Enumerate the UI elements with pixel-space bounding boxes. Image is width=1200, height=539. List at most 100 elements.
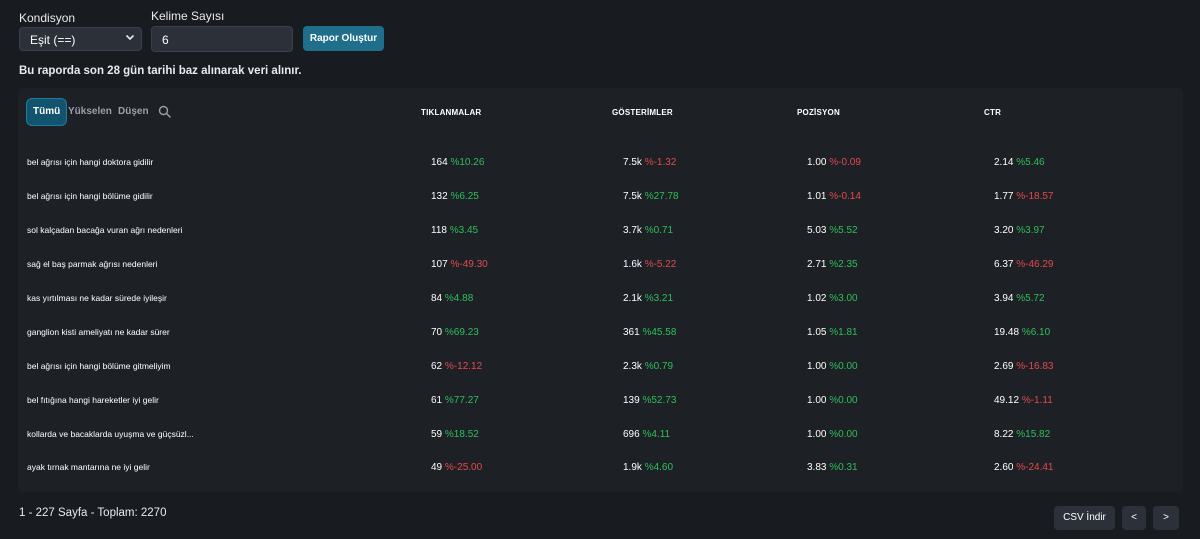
clicks-value: 132	[431, 191, 448, 202]
ctr-value: 8.22	[994, 429, 1014, 440]
table-row[interactable]: ganglion kisti ameliyatı ne kadar sürer 7…	[0, 327, 1200, 341]
clicks-change: %10.26	[450, 157, 485, 168]
table-row[interactable]: kas yırtılması ne kadar sürede iyileşir 8…	[0, 293, 1200, 307]
clicks-change: %-12.12	[444, 361, 483, 372]
ctr-change: %5.46	[1016, 157, 1045, 168]
column-header-clicks[interactable]: TIKLANMALAR	[421, 108, 481, 117]
next-page-button[interactable]: >	[1153, 506, 1179, 530]
table-row[interactable]: kollarda ve bacaklarda uyuşma ve güçsüzl…	[0, 429, 1200, 443]
keyword-cell: kollarda ve bacaklarda uyuşma ve güçsüzl…	[27, 429, 194, 439]
impressions-cell: 2.3k %0.79	[623, 361, 673, 372]
ctr-value: 19.48	[994, 327, 1020, 338]
ctr-cell: 49.12 %-1.11	[994, 395, 1053, 406]
keyword-cell: ayak tırnak mantarına ne iyi gelir	[27, 462, 150, 472]
table-row[interactable]: ayak tırnak mantarına ne iyi gelir 49 %-2…	[0, 462, 1200, 476]
prev-page-button[interactable]: <	[1122, 506, 1146, 530]
ctr-cell: 2.60 %-24.41	[994, 462, 1054, 473]
tab-all[interactable]: Tümü	[27, 99, 67, 125]
clicks-change: %6.25	[450, 191, 479, 202]
impressions-cell: 1.9k %4.60	[623, 462, 673, 473]
tab-rising[interactable]: Yükselen	[68, 99, 112, 125]
ctr-change: %-24.41	[1016, 462, 1054, 473]
table-row[interactable]: bel ağrısı için hangi bölüme gidilir 132 …	[0, 191, 1200, 205]
tab-falling[interactable]: Düşen	[118, 99, 149, 125]
keyword-cell: bel ağrısı için hangi doktora gidilir	[27, 157, 154, 167]
ctr-cell: 3.94 %5.72	[994, 293, 1045, 304]
clicks-cell: 164 %10.26	[431, 157, 484, 168]
impressions-change: %4.11	[642, 429, 671, 440]
position-value: 1.00	[807, 395, 827, 406]
position-cell: 1.00 %-0.09	[807, 157, 861, 168]
clicks-change: %18.52	[444, 429, 479, 440]
position-value: 5.03	[807, 225, 827, 236]
clicks-cell: 84 %4.88	[431, 293, 473, 304]
condition-select[interactable]: Eşit (==)	[19, 27, 142, 51]
table-row[interactable]: bel ağrısı için hangi bölüme gitmeliyim 6…	[0, 361, 1200, 375]
impressions-change: %27.78	[644, 191, 679, 202]
ctr-cell: 1.77 %-18.57	[994, 191, 1054, 202]
position-change: %1.81	[829, 327, 858, 338]
impressions-change: %0.79	[644, 361, 674, 372]
impressions-change: %-5.22	[644, 259, 677, 270]
pagination-text: 1 - 227 Sayfa - Toplam: 2270	[19, 507, 167, 519]
ctr-cell: 2.69 %-16.83	[994, 361, 1054, 372]
position-value: 1.00	[807, 361, 827, 372]
position-change: %-0.14	[829, 191, 861, 202]
table-row[interactable]: sağ el baş parmak ağrısı nedenleri 107 %-…	[0, 259, 1200, 273]
impressions-cell: 696 %4.11	[623, 429, 670, 440]
impressions-value: 7.5k	[623, 157, 642, 168]
ctr-change: %-46.29	[1016, 259, 1054, 270]
search-icon[interactable]	[158, 105, 172, 119]
position-cell: 1.02 %3.00	[807, 293, 858, 304]
column-header-impressions[interactable]: GÖSTERİMLER	[612, 108, 673, 117]
position-cell: 5.03 %5.52	[807, 225, 858, 236]
position-change: %0.00	[829, 361, 858, 372]
clicks-change: %77.27	[444, 395, 479, 406]
impressions-value: 1.6k	[623, 259, 642, 270]
impressions-value: 139	[623, 395, 640, 406]
word-count-input[interactable]: 6	[151, 26, 293, 52]
position-change: %3.00	[829, 293, 858, 304]
table-row[interactable]: bel fıtığına hangi hareketler iyi gelir 6…	[0, 395, 1200, 409]
clicks-change: %4.88	[444, 293, 474, 304]
impressions-change: %45.58	[642, 327, 677, 338]
clicks-value: 164	[431, 157, 448, 168]
position-value: 1.05	[807, 327, 827, 338]
keyword-cell: kas yırtılması ne kadar sürede iyileşir	[27, 293, 167, 303]
position-cell: 1.00 %0.00	[807, 395, 858, 406]
ctr-change: %6.10	[1021, 327, 1051, 338]
impressions-cell: 361 %45.58	[623, 327, 676, 338]
position-value: 1.00	[807, 429, 827, 440]
csv-download-button[interactable]: CSV İndir	[1054, 506, 1115, 530]
ctr-value: 2.69	[994, 361, 1014, 372]
clicks-cell: 61 %77.27	[431, 395, 479, 406]
position-cell: 1.05 %1.81	[807, 327, 858, 338]
generate-report-button[interactable]: Rapor Oluştur	[303, 26, 384, 51]
chevron-down-icon	[125, 32, 135, 45]
position-cell: 1.00 %0.00	[807, 361, 858, 372]
ctr-value: 2.60	[994, 462, 1014, 473]
table-row[interactable]: sol kalçadan bacağa vuran ağrı nedenleri…	[0, 225, 1200, 239]
position-value: 3.83	[807, 462, 827, 473]
impressions-cell: 2.1k %3.21	[623, 293, 673, 304]
position-cell: 1.01 %-0.14	[807, 191, 861, 202]
column-header-ctr[interactable]: CTR	[984, 108, 1001, 117]
keyword-cell: sol kalçadan bacağa vuran ağrı nedenleri	[27, 225, 183, 235]
impressions-change: %3.21	[644, 293, 674, 304]
word-count-label: Kelime Sayısı	[151, 9, 225, 23]
table-row[interactable]: bel ağrısı için hangi doktora gidilir 164…	[0, 157, 1200, 171]
impressions-value: 2.1k	[623, 293, 642, 304]
clicks-change: %3.45	[449, 225, 479, 236]
clicks-value: 118	[431, 225, 447, 236]
impressions-cell: 139 %52.73	[623, 395, 676, 406]
clicks-cell: 132 %6.25	[431, 191, 479, 202]
impressions-value: 361	[623, 327, 640, 338]
column-header-position[interactable]: POZİSYON	[797, 108, 840, 117]
position-cell: 2.71 %2.35	[807, 259, 858, 270]
impressions-change: %-1.32	[644, 157, 677, 168]
clicks-value: 84	[431, 293, 443, 304]
impressions-cell: 1.6k %-5.22	[623, 259, 676, 270]
ctr-change: %3.97	[1016, 225, 1045, 236]
ctr-change: %5.72	[1016, 293, 1045, 304]
ctr-value: 6.37	[994, 259, 1014, 270]
